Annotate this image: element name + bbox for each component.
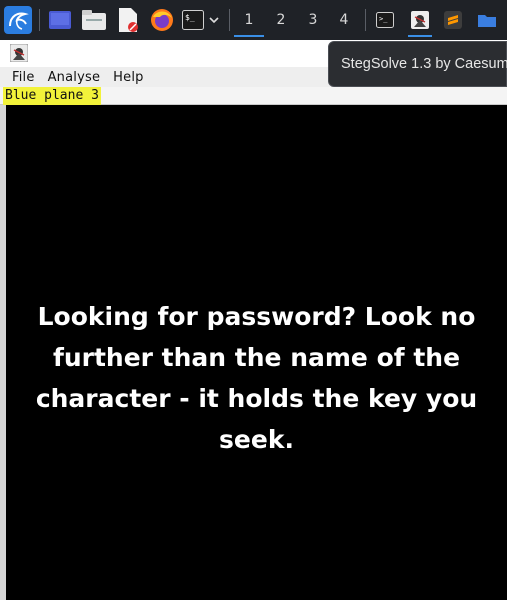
workspace-2[interactable]: 2	[266, 0, 296, 40]
firefox-icon[interactable]	[148, 0, 176, 40]
workspace-label: 2	[276, 12, 286, 28]
stegsolve-task-icon[interactable]	[405, 0, 435, 40]
menu-analyse[interactable]: Analyse	[48, 70, 101, 85]
stegsolve-app-icon	[9, 43, 29, 63]
panel-separator	[229, 9, 230, 31]
folder-task-icon[interactable]	[474, 0, 500, 40]
file-manager-icon[interactable]	[80, 0, 108, 40]
tooltip-text: StegSolve 1.3 by Caesum	[341, 56, 507, 72]
svg-text:$_: $_	[185, 13, 195, 22]
panel-separator	[365, 9, 366, 31]
menu-help[interactable]: Help	[113, 70, 143, 85]
workspace-3[interactable]: 3	[298, 0, 328, 40]
hidden-message-text: Looking for password? Look no further th…	[35, 302, 478, 454]
chevron-down-icon[interactable]	[206, 0, 222, 40]
workspace-label: 3	[308, 12, 318, 28]
desktop-icon[interactable]	[46, 0, 74, 40]
menu-file[interactable]: File	[12, 70, 35, 85]
plane-status-bar: Blue plane 3	[0, 87, 507, 105]
top-panel: $_ 1 2 3 4 >_	[0, 0, 507, 40]
panel-separator	[39, 9, 40, 31]
workspace-label: 1	[244, 12, 254, 28]
plane-label: Blue plane 3	[3, 87, 101, 105]
svg-text:>_: >_	[379, 15, 388, 23]
terminal-task-icon[interactable]: >_	[372, 0, 398, 40]
sublime-text-task-icon[interactable]	[440, 0, 466, 40]
workspace-4[interactable]: 4	[329, 0, 359, 40]
workspace-1[interactable]: 1	[234, 0, 264, 40]
window-tooltip: StegSolve 1.3 by Caesum	[328, 41, 507, 87]
workspace-label: 4	[339, 12, 349, 28]
text-editor-icon[interactable]	[114, 0, 142, 40]
kali-menu-icon[interactable]	[2, 0, 34, 40]
terminal-icon[interactable]: $_	[180, 0, 206, 40]
